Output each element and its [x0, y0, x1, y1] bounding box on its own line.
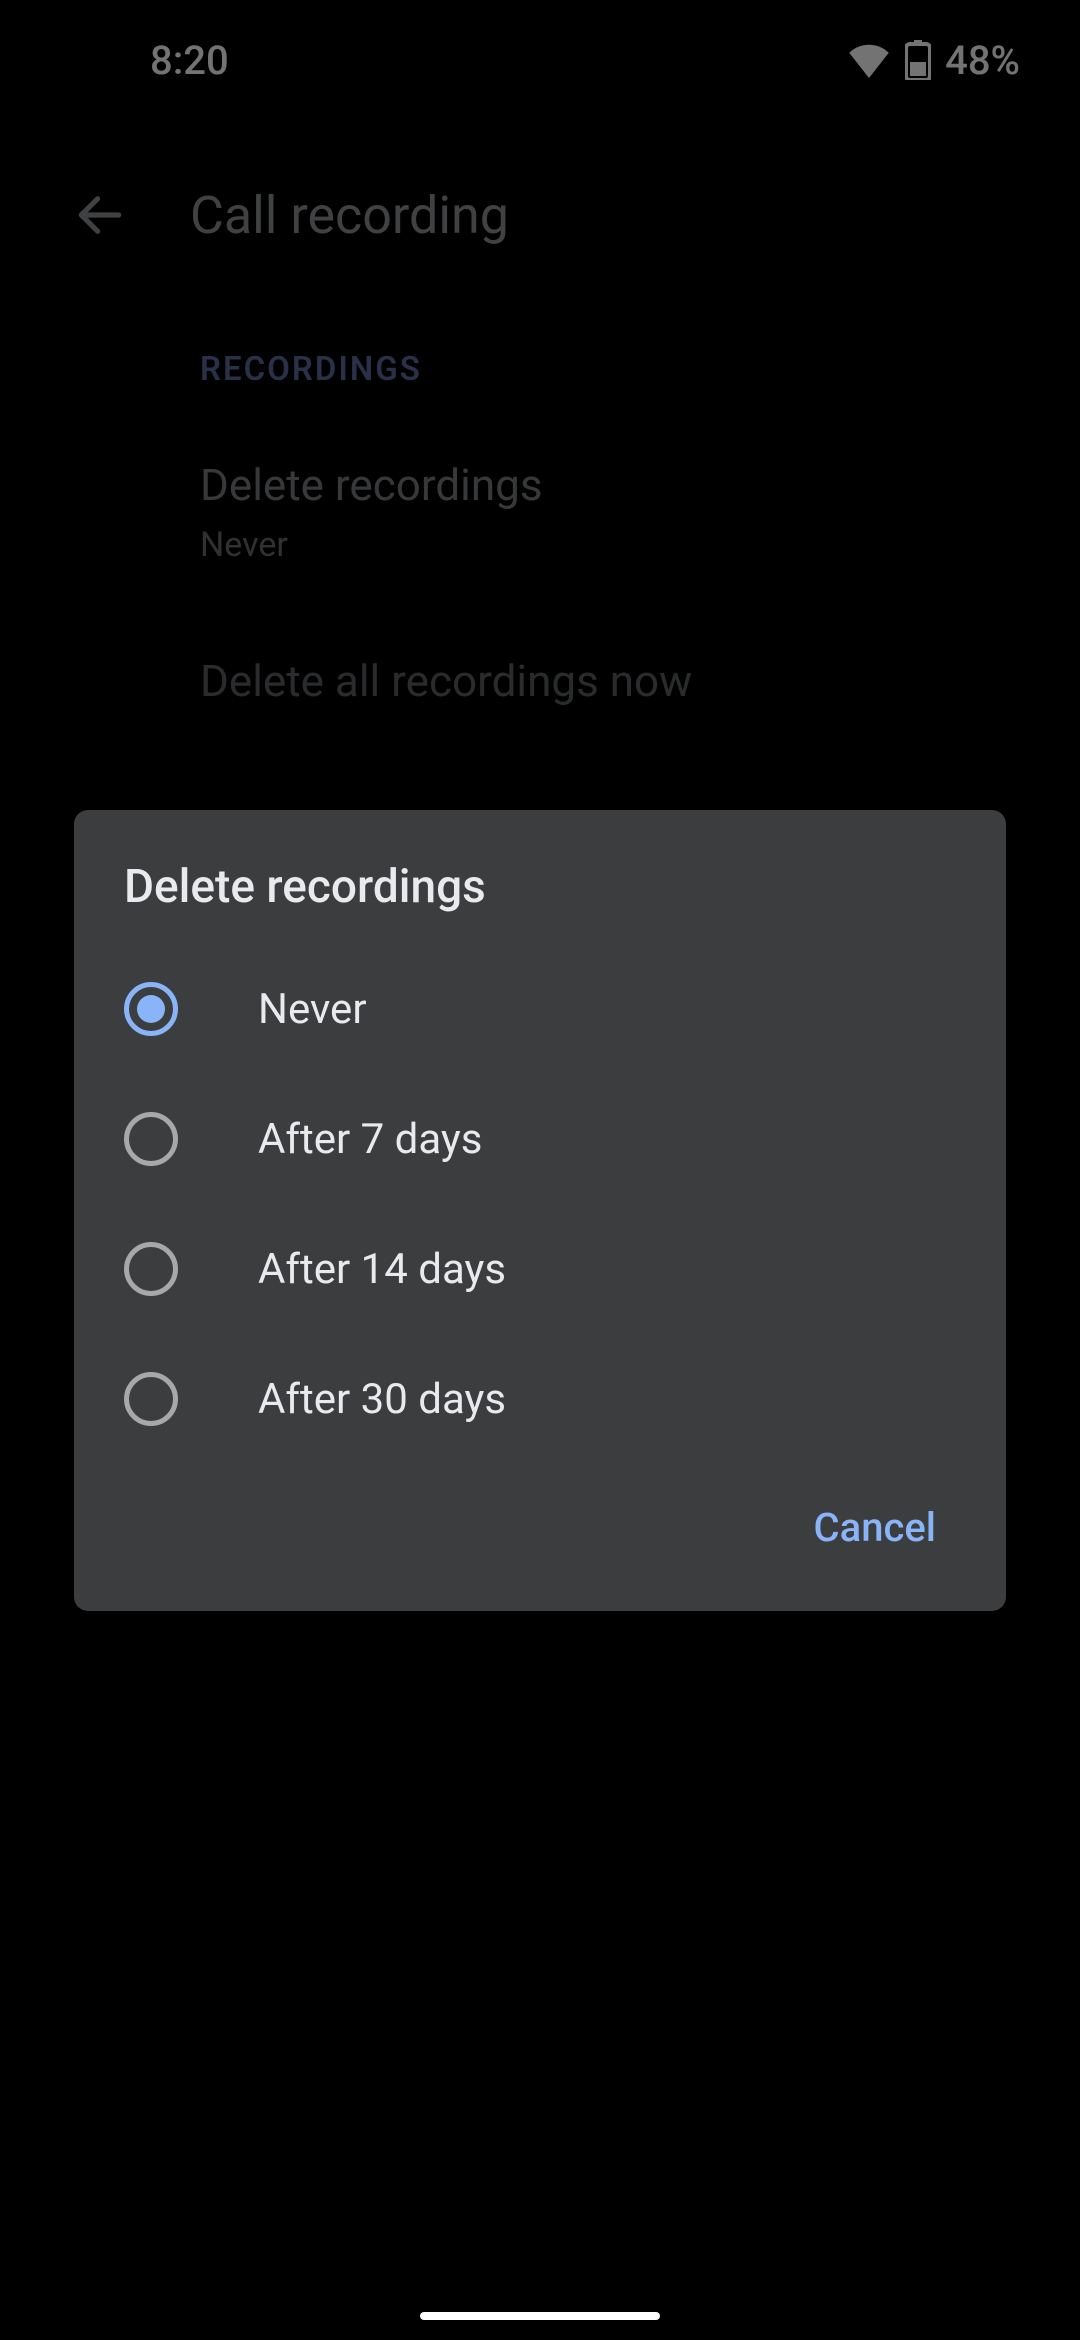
radio-unselected-icon: [124, 1112, 178, 1166]
radio-unselected-icon: [124, 1372, 178, 1426]
dialog-actions: Cancel: [74, 1464, 1006, 1581]
option-never[interactable]: Never: [74, 944, 1006, 1074]
delete-recordings-dialog: Delete recordings Never After 7 days Aft…: [74, 810, 1006, 1611]
option-label: Never: [258, 985, 367, 1034]
option-after-30-days[interactable]: After 30 days: [74, 1334, 1006, 1464]
cancel-button[interactable]: Cancel: [784, 1484, 966, 1571]
option-label: After 7 days: [258, 1115, 482, 1164]
radio-unselected-icon: [124, 1242, 178, 1296]
dialog-title: Delete recordings: [74, 860, 1006, 944]
option-after-7-days[interactable]: After 7 days: [74, 1074, 1006, 1204]
option-label: After 30 days: [258, 1375, 506, 1424]
option-label: After 14 days: [258, 1245, 506, 1294]
radio-selected-icon: [124, 982, 178, 1036]
home-indicator[interactable]: [420, 2312, 660, 2320]
option-after-14-days[interactable]: After 14 days: [74, 1204, 1006, 1334]
